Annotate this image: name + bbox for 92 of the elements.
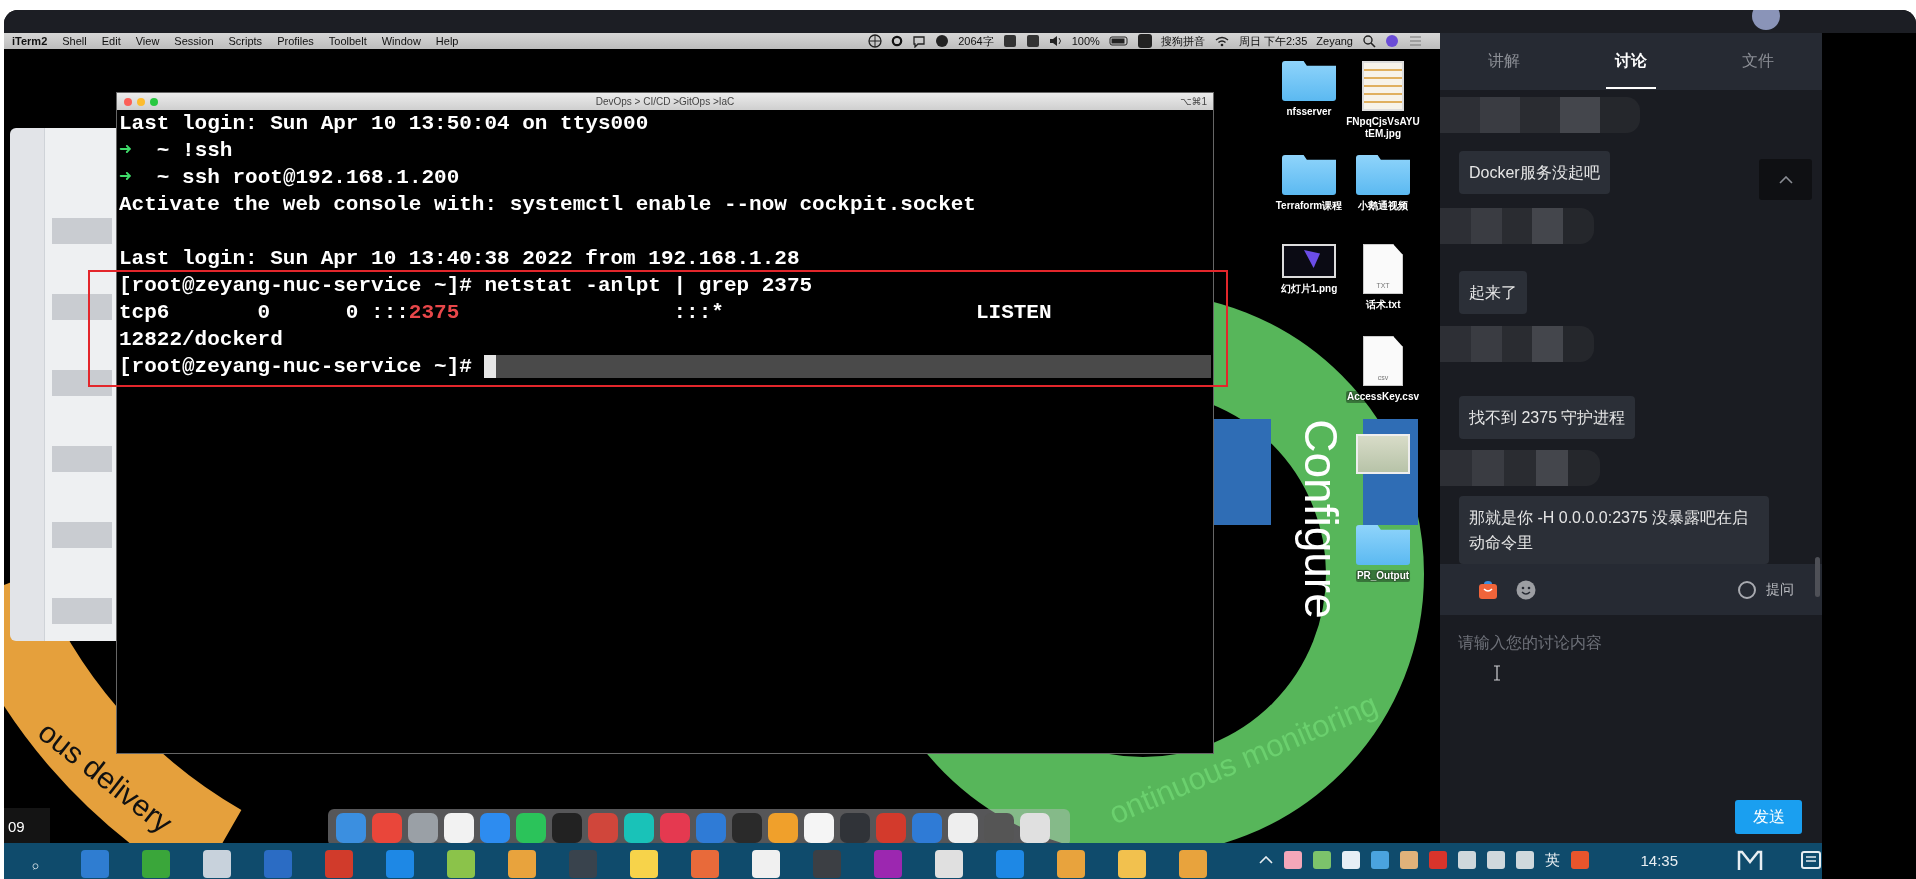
- app-icon[interactable]: [444, 812, 474, 843]
- caret-up-icon[interactable]: [1259, 856, 1274, 864]
- scrollbar-thumb[interactable]: [1815, 557, 1820, 597]
- status-text: 搜狗拼音: [1160, 33, 1205, 49]
- terminal-line: Last login: Sun Apr 10 13:40:38 2022 from 192.168.1.28: [119, 246, 800, 272]
- app-icon[interactable]: [624, 812, 654, 843]
- tab[interactable]: 讲解: [1440, 33, 1568, 90]
- shortcut-label: ⌥⌘1: [1179, 96, 1207, 107]
- text-cursor-icon: [1493, 665, 1501, 681]
- app-icon[interactable]: [1179, 850, 1208, 878]
- tray-icon[interactable]: [1371, 851, 1390, 869]
- menu-item[interactable]: Scripts: [228, 35, 263, 47]
- square-icon[interactable]: [1002, 34, 1017, 48]
- app-menu[interactable]: iTerm2: [12, 35, 48, 47]
- notification-icon[interactable]: [1800, 850, 1822, 870]
- orb-icon[interactable]: [1385, 34, 1399, 48]
- ring-icon[interactable]: [891, 34, 904, 48]
- tray-icon[interactable]: [1487, 851, 1506, 869]
- caret-up-icon: [1778, 175, 1793, 184]
- ask-question-radio[interactable]: [1738, 580, 1756, 599]
- menu-item[interactable]: Session: [174, 35, 214, 47]
- tray-icon[interactable]: [1284, 851, 1303, 869]
- app-icon[interactable]: [752, 850, 781, 878]
- search-icon[interactable]: [1362, 34, 1376, 48]
- terminal-line: Activate the web console with: systemctl enable --now cockpit.socket: [119, 192, 976, 218]
- app-icon[interactable]: [447, 850, 476, 878]
- app-icon[interactable]: [935, 850, 964, 878]
- tray-icon[interactable]: [1458, 851, 1477, 869]
- terminal-line: ➜ ~ ssh root@192.168.1.200: [119, 165, 460, 191]
- app-icon[interactable]: [1118, 850, 1147, 878]
- menu-item[interactable]: Toolbelt: [328, 35, 367, 47]
- app-icon[interactable]: [948, 812, 978, 843]
- globe-icon[interactable]: [868, 34, 883, 48]
- message-bubble: Docker服务没起吧: [1459, 151, 1610, 194]
- terminal-line: Last login: Sun Apr 10 13:50:04 on ttys000: [119, 111, 649, 137]
- message-bubble: 那就是你 -H 0.0.0.0:2375 没暴露吧在启动命令里: [1459, 496, 1769, 564]
- m-logo-icon[interactable]: [1737, 850, 1763, 870]
- avatar[interactable]: [1752, 10, 1780, 30]
- discussion-input[interactable]: 请输入您的讨论内容: [1440, 615, 1822, 800]
- folder-icon[interactable]: [1282, 61, 1336, 101]
- command-prompt: [root@zeyang-nuc-service ~]#: [119, 354, 473, 380]
- folder-icon[interactable]: [1356, 155, 1410, 195]
- file-label[interactable]: AccessKey.csv: [1345, 391, 1421, 403]
- tray-icon[interactable]: [1313, 851, 1332, 869]
- square-icon[interactable]: [1025, 34, 1040, 48]
- terminal-line: 12822/dockerd: [119, 327, 283, 353]
- time-label: 09: [4, 808, 50, 843]
- tray-icon[interactable]: [1342, 851, 1361, 869]
- file-label[interactable]: FNpqCjsVsAYUtEM.jpg: [1345, 116, 1421, 140]
- app-icon[interactable]: [203, 850, 232, 878]
- wifi-icon[interactable]: [1213, 34, 1230, 48]
- window-title: DevOps > CI/CD >GitOps >IaC: [595, 96, 735, 107]
- app-icon[interactable]: [1057, 850, 1086, 878]
- dot-icon[interactable]: [935, 34, 950, 48]
- file-label[interactable]: PR_Output: [1355, 570, 1411, 582]
- terminal-line: ➜ ~ !ssh: [119, 138, 233, 164]
- menu-item[interactable]: Shell: [62, 35, 87, 47]
- battery-icon[interactable]: [1108, 34, 1129, 48]
- tab[interactable]: 文件: [1694, 33, 1822, 90]
- clock-time[interactable]: 14:35: [1640, 851, 1678, 869]
- radio-label[interactable]: 提问: [1766, 580, 1794, 599]
- smiley-icon[interactable]: [1516, 579, 1536, 600]
- message-bubble: 找不到 2375 守护进程: [1459, 396, 1636, 439]
- image-file-icon[interactable]: [1282, 244, 1336, 278]
- speaker-icon[interactable]: [1048, 34, 1063, 48]
- terminal-line: tcp6 0 0 :::2375 :::* LISTEN: [119, 300, 1052, 326]
- menu-item[interactable]: Window: [381, 35, 421, 47]
- app-icon[interactable]: [630, 850, 659, 878]
- wallpaper-text: Configure: [1294, 419, 1347, 619]
- menu-item[interactable]: Edit: [101, 35, 121, 47]
- menu-item[interactable]: Help: [435, 35, 459, 47]
- folder-icon[interactable]: [1282, 155, 1336, 195]
- status-text: 100%: [1071, 35, 1100, 47]
- status-text: Zeyang: [1316, 35, 1353, 47]
- terminal-line: [root@zeyang-nuc-service ~]# netstat -anlpt | grep 2375: [119, 273, 813, 299]
- file-label[interactable]: nfsserver: [1285, 106, 1333, 118]
- menu-item[interactable]: Profiles: [277, 35, 314, 47]
- chat-bubble-icon[interactable]: [912, 34, 927, 48]
- document-icon[interactable]: [1363, 244, 1403, 294]
- input-method-indicator[interactable]: 英: [1545, 850, 1561, 870]
- menu-item[interactable]: View: [135, 35, 160, 47]
- app-icon[interactable]: [508, 850, 537, 878]
- message-bubble: 起来了: [1459, 271, 1527, 314]
- tray-icon[interactable]: [1516, 851, 1535, 869]
- app-icon[interactable]: [804, 812, 834, 843]
- picture-thumbnail-icon[interactable]: [1356, 434, 1410, 474]
- status-text: 2064字: [958, 33, 994, 49]
- shopping-bag-icon[interactable]: [1478, 579, 1498, 600]
- tray-icon[interactable]: [1400, 851, 1419, 869]
- app-icon[interactable]: [768, 812, 798, 843]
- document-icon[interactable]: [1363, 336, 1403, 386]
- status-text: 周日 下午2:35: [1238, 33, 1308, 49]
